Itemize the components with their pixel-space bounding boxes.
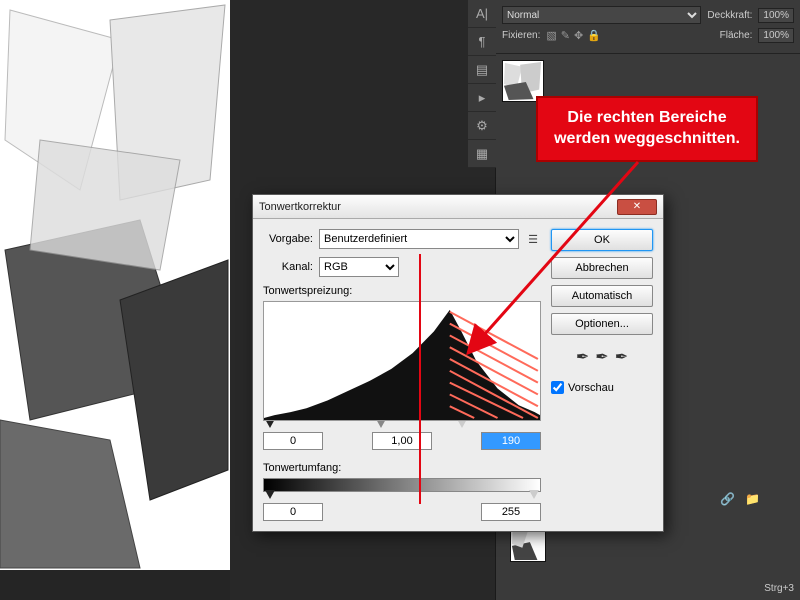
fill-label: Fläche: <box>720 30 753 41</box>
preset-select[interactable]: Benutzerdefiniert <box>319 229 519 249</box>
preset-menu-icon[interactable]: ☰ <box>525 231 541 247</box>
eyedropper-row: ✒ ✒ ✒ <box>551 347 653 367</box>
document-canvas[interactable] <box>0 0 230 570</box>
preset-label: Vorgabe: <box>263 233 313 245</box>
shortcut-text: Strg+3 <box>764 583 794 594</box>
channel-label: Kanal: <box>263 261 313 273</box>
shortcut-strip: Strg+3 <box>764 583 794 594</box>
annotation-line1: Die rechten Bereiche <box>546 108 748 129</box>
annotation-vline <box>419 254 421 504</box>
annotation-callout: Die rechten Bereiche werden weggeschnitt… <box>536 96 758 162</box>
layers-panel-icon[interactable]: ▤ <box>468 56 496 84</box>
actions-panel-icon[interactable]: ▸ <box>468 84 496 112</box>
output-slider-track[interactable] <box>263 490 541 499</box>
highlight-input[interactable] <box>481 432 541 450</box>
channel-select[interactable]: RGB <box>319 257 399 277</box>
shadow-input[interactable] <box>263 432 323 450</box>
out-high-input[interactable] <box>481 503 541 521</box>
blend-mode-select[interactable]: Normal <box>502 6 701 24</box>
levels-dialog: Tonwertkorrektur ✕ Vorgabe: Benutzerdefi… <box>252 194 664 532</box>
fill-value[interactable]: 100% <box>758 28 794 43</box>
lock-icons: ▧ ✎ ✥ 🔒 <box>546 29 601 42</box>
dialog-titlebar[interactable]: Tonwertkorrektur ✕ <box>253 195 663 219</box>
preview-checkbox[interactable] <box>551 381 564 394</box>
layer-bottom-icons: 🔗 📁 <box>720 492 760 506</box>
lock-label: Fixieren: <box>502 30 540 41</box>
dialog-title: Tonwertkorrektur <box>259 201 617 213</box>
panel-tab-strip: A| ¶ ▤ ▸ ⚙ ▦ <box>468 0 496 168</box>
lock-transparency-icon[interactable]: ▧ <box>546 29 556 42</box>
annotation-line2: werden weggeschnitten. <box>546 129 748 150</box>
cancel-button[interactable]: Abbrechen <box>551 257 653 279</box>
lock-move-icon[interactable]: ✥ <box>574 29 583 42</box>
lock-all-icon[interactable]: 🔒 <box>587 29 601 42</box>
preview-label: Vorschau <box>568 382 614 394</box>
swatches-panel-icon[interactable]: ⚙ <box>468 112 496 140</box>
out-highlight-slider[interactable] <box>529 490 539 499</box>
paragraph-panel-icon[interactable]: ¶ <box>468 28 496 56</box>
gray-eyedropper-icon[interactable]: ✒ <box>595 347 608 367</box>
out-low-input[interactable] <box>263 503 323 521</box>
midtone-input[interactable] <box>372 432 432 450</box>
folder-icon[interactable]: 📁 <box>745 492 760 506</box>
preview-checkbox-row[interactable]: Vorschau <box>551 381 653 394</box>
auto-button[interactable]: Automatisch <box>551 285 653 307</box>
layer-options: Normal Deckkraft: 100% Fixieren: ▧ ✎ ✥ 🔒… <box>496 0 800 54</box>
adjustments-panel-icon[interactable]: ▦ <box>468 140 496 168</box>
histogram[interactable] <box>263 301 541 421</box>
opacity-label: Deckkraft: <box>707 10 752 21</box>
white-eyedropper-icon[interactable]: ✒ <box>615 347 628 367</box>
output-levels-label: Tonwertumfang: <box>263 462 541 474</box>
opacity-value[interactable]: 100% <box>758 8 794 23</box>
lock-brush-icon[interactable]: ✎ <box>561 29 570 42</box>
black-eyedropper-icon[interactable]: ✒ <box>576 347 589 367</box>
ok-button[interactable]: OK <box>551 229 653 251</box>
options-button[interactable]: Optionen... <box>551 313 653 335</box>
out-shadow-slider[interactable] <box>265 490 275 499</box>
type-panel-icon[interactable]: A| <box>468 0 496 28</box>
link-icon[interactable]: 🔗 <box>720 492 735 506</box>
input-levels-label: Tonwertspreizung: <box>263 285 541 297</box>
close-button[interactable]: ✕ <box>617 199 657 215</box>
